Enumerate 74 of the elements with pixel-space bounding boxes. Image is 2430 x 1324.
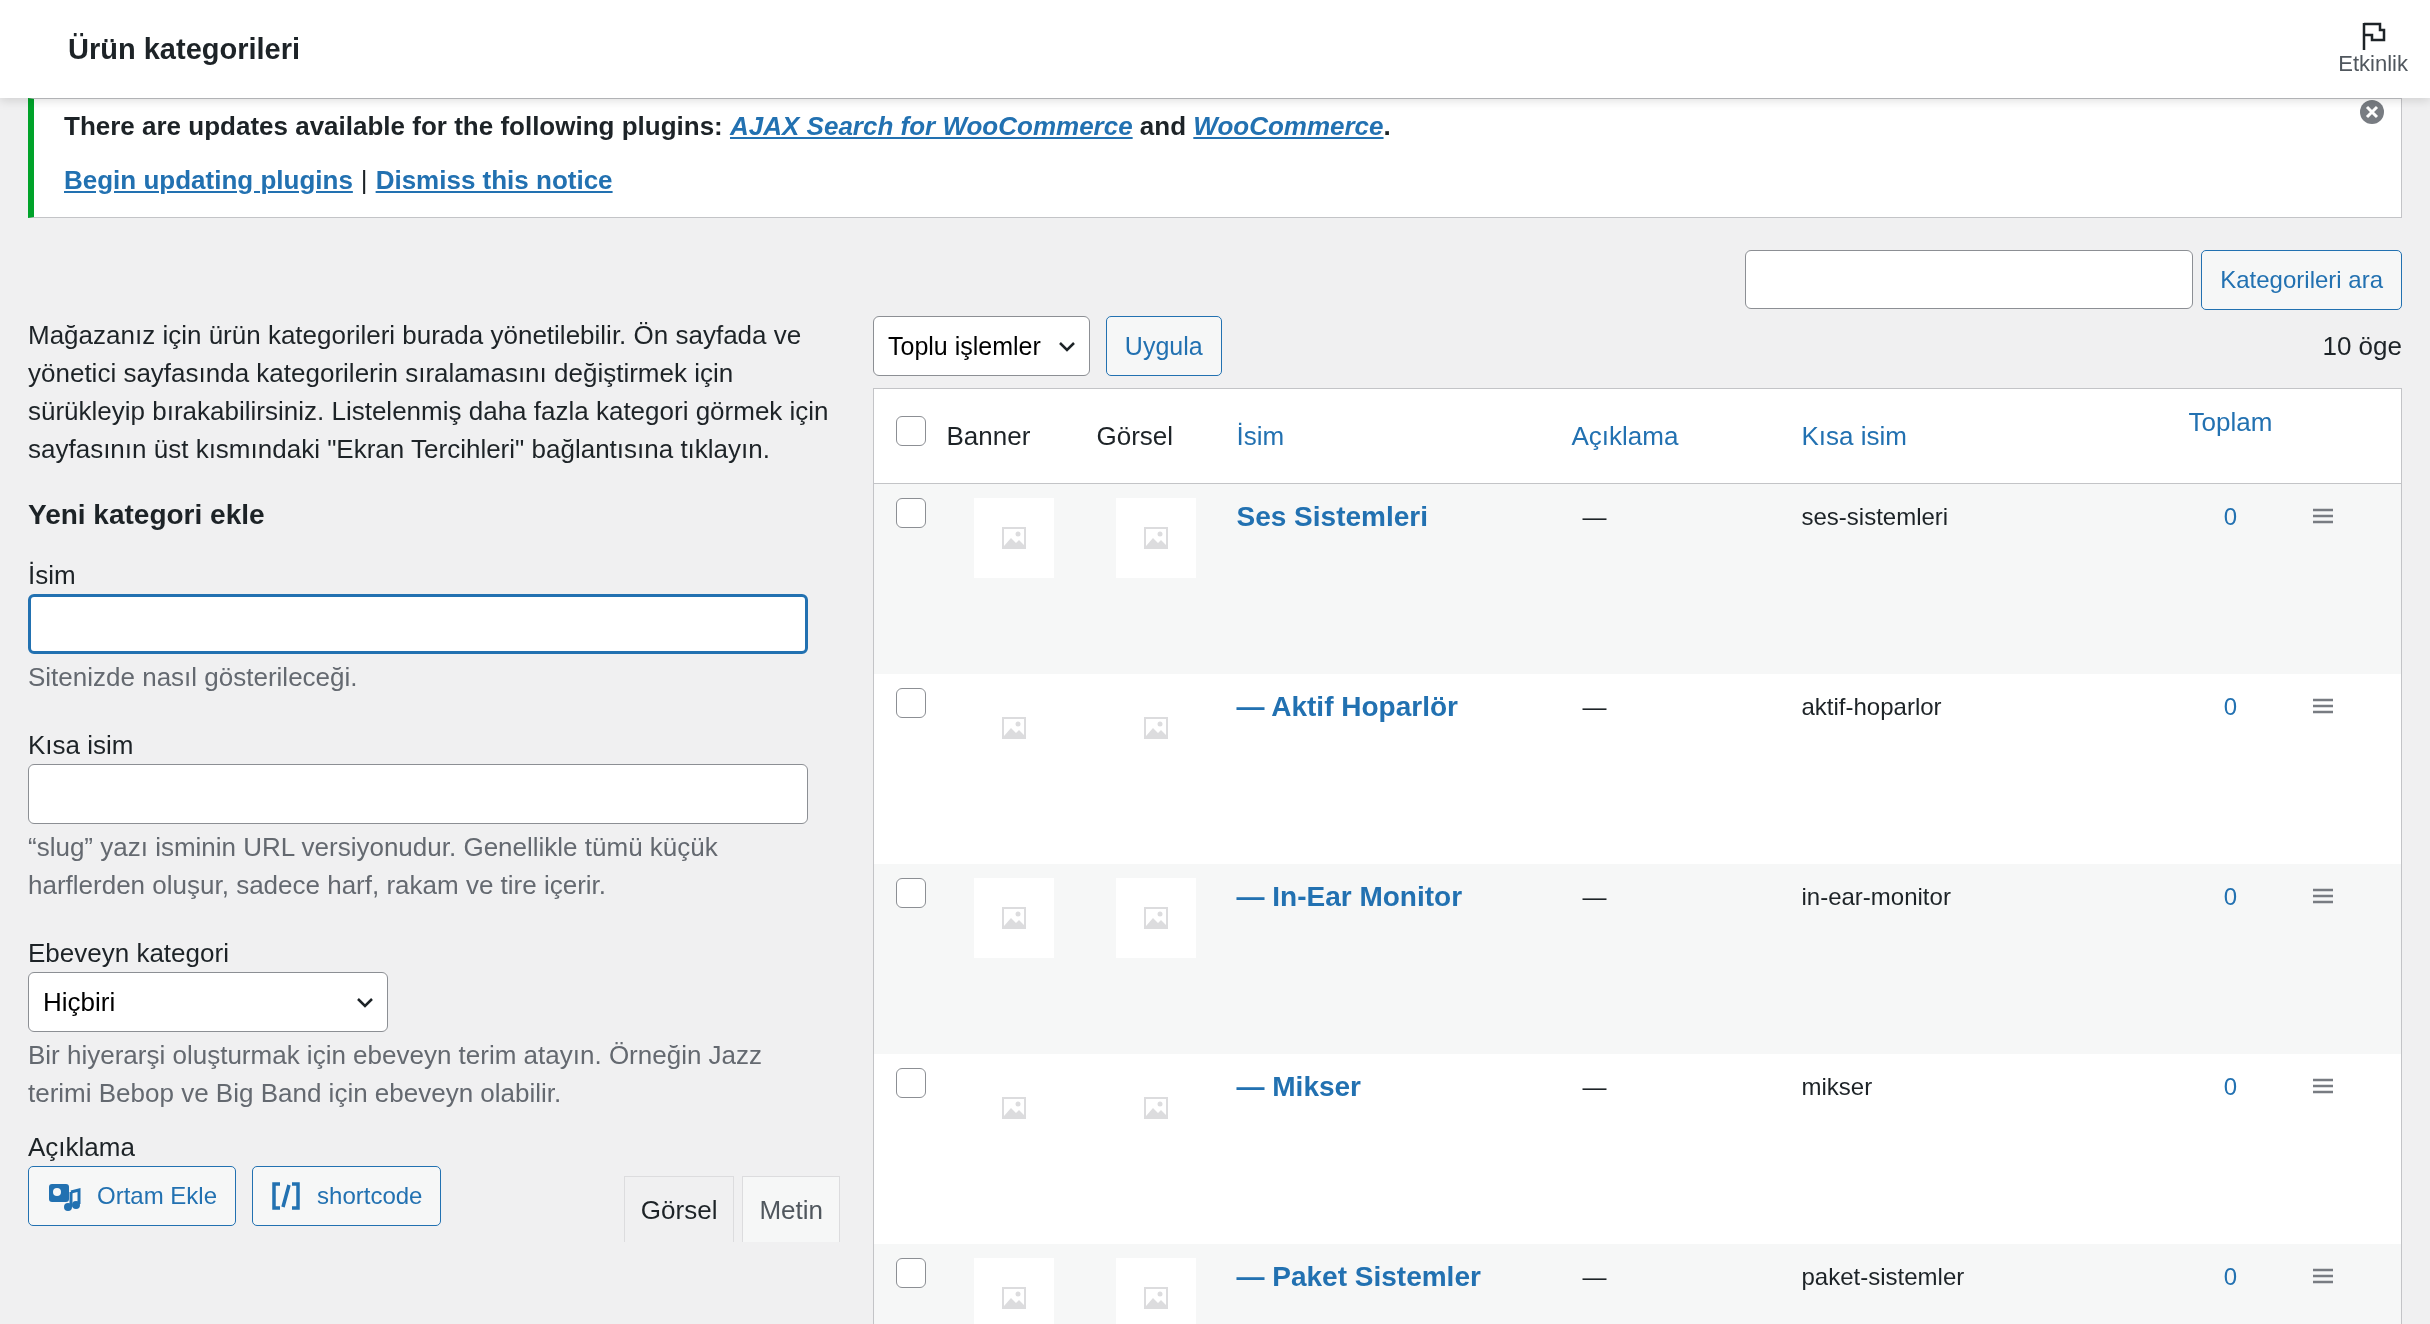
help-text: “slug” yazı isminin URL versiyonudur. Genellikle tümü küçük harflerden oluşur, sadece harf, rakam ve tire içerir. xyxy=(28,831,719,902)
count-link[interactable]: 0 xyxy=(2223,692,2238,720)
help-text: Bir hiyerarşi oluşturmak için ebeveyn terim atayın. Örneğin Jazz terimi Bebop ve Big Band için ebeveyn olabilir. xyxy=(28,1039,764,1110)
apply-button[interactable]: Uygula xyxy=(1105,316,1222,376)
notice-link[interactable]: Begin updating plugins xyxy=(64,161,353,199)
column-header-link[interactable]: Toplam xyxy=(2188,407,2273,437)
field-label: Kısa isim xyxy=(28,729,135,762)
column-header-link[interactable]: Kısa isim xyxy=(1801,421,1907,451)
table-cell: — xyxy=(1582,503,1607,530)
text-field[interactable] xyxy=(28,594,808,654)
text-field[interactable] xyxy=(28,764,808,824)
search-field[interactable] xyxy=(1745,250,2194,309)
table-cell: — xyxy=(1582,692,1607,720)
form-heading: Yeni kategori ekle xyxy=(28,498,266,532)
item-count: 10 öge xyxy=(2322,330,2402,363)
drag-handle-icon[interactable] xyxy=(2311,1267,2334,1284)
table-cell: aktif-hoparlor xyxy=(1801,692,1942,720)
brackets-icon xyxy=(271,1181,302,1211)
count-link[interactable]: 0 xyxy=(2223,1262,2238,1290)
count-link[interactable]: 0 xyxy=(2223,503,2238,530)
checkbox[interactable] xyxy=(896,498,926,528)
table-cell: mikser xyxy=(1801,1072,1873,1100)
plugin-link[interactable]: WooCommerce xyxy=(1193,111,1384,141)
count-link[interactable]: 0 xyxy=(2223,1072,2238,1100)
drag-handle-icon[interactable] xyxy=(2311,697,2334,714)
dropdown-value: Toplu işlemler xyxy=(888,331,1041,362)
chevron-icon xyxy=(355,995,375,1009)
notice-message: There are updates available for the following plugins: AJAX Search for WooCommerce and WooCommerce. xyxy=(64,110,1391,143)
search-button[interactable]: Kategorileri ara xyxy=(2201,250,2402,310)
editor-button[interactable]: shortcode xyxy=(252,1166,442,1226)
field-label: Ebeveyn kategori xyxy=(28,937,230,970)
column-header: Görsel xyxy=(1096,421,1174,451)
notice-link[interactable]: Dismiss this notice xyxy=(375,161,613,199)
checkbox[interactable] xyxy=(896,877,926,908)
category-name-link[interactable]: — In-Ear Monitor xyxy=(1236,880,1463,912)
dismiss-button[interactable] xyxy=(2359,99,2385,125)
dropdown[interactable]: Hiçbiri xyxy=(28,972,388,1032)
activity-button[interactable]: Etkinlik xyxy=(2332,20,2414,78)
count-link[interactable]: 0 xyxy=(2223,882,2238,910)
intro-text: Mağazanız için ürün kategorileri burada yönetilebilir. Ön sayfada ve yönetici sayfasında kategorilerin sıralamasını değiştirmek için sürükleyip bırakabilirsiniz. Listelenmiş daha fazla kategori görmek için sayfasının üst kısmındaki "Ekran Tercihleri" bağlantısına tıklayın. xyxy=(28,319,830,466)
dropdown-value: Hiçbiri xyxy=(43,986,116,1019)
drag-handle-icon[interactable] xyxy=(2311,1077,2334,1094)
flag-icon xyxy=(2360,21,2387,51)
help-text: Sitenizde nasıl gösterileceği. xyxy=(28,661,359,694)
editor-button[interactable]: Ortam Ekle xyxy=(28,1166,237,1226)
column-header-link[interactable]: Açıklama xyxy=(1571,421,1679,451)
table-cell: ses-sistemleri xyxy=(1801,503,1949,530)
table-cell: — xyxy=(1582,882,1607,910)
image-icon xyxy=(1141,524,1170,552)
bulk-actions-dropdown[interactable]: Toplu işlemler xyxy=(873,316,1090,376)
checkbox[interactable] xyxy=(896,1257,926,1288)
checkbox[interactable] xyxy=(896,1067,926,1098)
checkbox[interactable] xyxy=(896,416,926,446)
field-label: Açıklama xyxy=(28,1131,136,1164)
drag-handle-icon[interactable] xyxy=(2311,887,2334,904)
category-name-link[interactable]: — Mikser xyxy=(1236,1070,1361,1102)
column-header-link[interactable]: İsim xyxy=(1236,421,1285,451)
separator: | xyxy=(360,164,368,197)
category-name-link[interactable]: Ses Sistemleri xyxy=(1236,501,1428,532)
page-title: Ürün kategorileri xyxy=(68,32,301,67)
editor-tab[interactable]: Görsel xyxy=(623,1176,735,1242)
table-cell: — xyxy=(1582,1072,1607,1100)
checkbox[interactable] xyxy=(896,687,926,718)
drag-handle-icon[interactable] xyxy=(2311,508,2334,524)
category-name-link[interactable]: — Aktif Hoparlör xyxy=(1236,690,1458,722)
column-header: Banner xyxy=(946,421,1031,451)
image-icon xyxy=(999,524,1028,552)
table-cell: — xyxy=(1582,1262,1607,1290)
editor-tab[interactable]: Metin xyxy=(742,1176,840,1242)
plugin-link[interactable]: AJAX Search for WooCommerce xyxy=(730,111,1133,141)
table-cell: in-ear-monitor xyxy=(1801,882,1951,910)
chevron-icon xyxy=(1056,339,1077,353)
table-cell: paket-sistemler xyxy=(1801,1262,1965,1290)
field-label: İsim xyxy=(28,559,77,592)
